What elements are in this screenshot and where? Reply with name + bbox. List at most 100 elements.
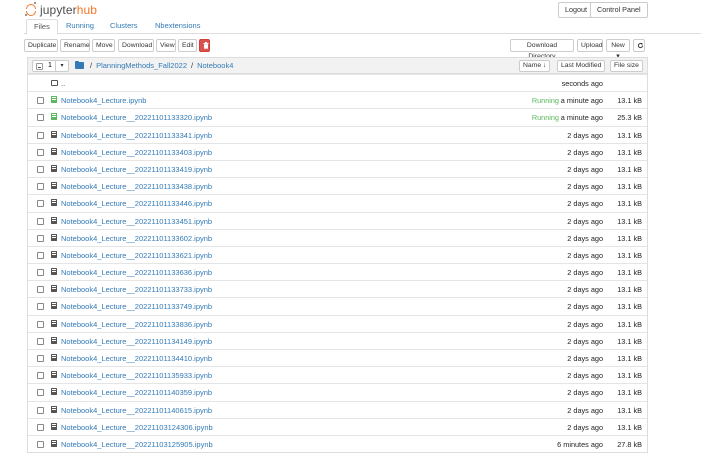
file-row[interactable]: Notebook4_Lecture__20221101133636.ipynb 2… [28, 263, 647, 281]
row-checkbox[interactable] [37, 251, 44, 259]
file-row[interactable]: Notebook4_Lecture__20221103125905.ipynb 6… [28, 434, 647, 453]
row-checkbox[interactable] [37, 389, 44, 397]
file-name-link[interactable]: Notebook4_Lecture__20221101133403.ipynb [61, 148, 212, 157]
row-checkbox[interactable] [37, 165, 44, 173]
breadcrumb-item[interactable]: PlanningMethods_Fall2022 [96, 61, 187, 70]
file-name-link[interactable]: Notebook4_Lecture__20221101134149.ipynb [61, 337, 212, 346]
file-row[interactable]: Notebook4_Lecture__20221101133451.ipynb 2… [28, 211, 647, 229]
file-name-link[interactable]: Notebook4_Lecture__20221101133836.ipynb [61, 320, 212, 329]
file-name-link[interactable]: Notebook4_Lecture__20221101133621.ipynb [61, 251, 212, 260]
edit-button[interactable]: Edit [178, 39, 197, 52]
file-row[interactable]: Notebook4_Lecture__20221103124306.ipynb 2… [28, 417, 647, 435]
row-checkbox[interactable] [37, 372, 44, 380]
file-row[interactable]: Notebook4_Lecture__20221101133320.ipynb R… [28, 108, 647, 126]
row-checkbox[interactable] [37, 131, 44, 139]
file-name-link[interactable]: Notebook4_Lecture__20221101133733.ipynb [61, 285, 212, 294]
row-checkbox[interactable] [37, 269, 44, 277]
file-row[interactable]: Notebook4_Lecture__20221101133749.ipynb 2… [28, 297, 647, 315]
file-name-link[interactable]: Notebook4_Lecture__20221101140359.ipynb [61, 388, 212, 397]
breadcrumb-item[interactable]: Notebook4 [197, 61, 233, 70]
file-size: 13.1 kB [617, 96, 642, 106]
file-name-link[interactable]: Notebook4_Lecture__20221101133341.ipynb [61, 131, 212, 140]
file-row[interactable]: Notebook4_Lecture__20221101133836.ipynb 2… [28, 314, 647, 332]
refresh-icon [637, 42, 644, 49]
move-button[interactable]: Move [92, 39, 115, 52]
row-checkbox[interactable] [37, 303, 44, 311]
row-checkbox[interactable] [37, 234, 44, 242]
row-checkbox[interactable] [37, 406, 44, 414]
last-modified: 2 days ago [567, 199, 603, 209]
view-button[interactable]: View [156, 39, 176, 52]
file-name-link[interactable]: Notebook4_Lecture__20221101133602.ipynb [61, 234, 212, 243]
file-size: 13.1 kB [617, 302, 642, 312]
file-row[interactable]: Notebook4_Lecture__20221101134149.ipynb 2… [28, 331, 647, 349]
row-checkbox[interactable] [37, 148, 44, 156]
file-name-link[interactable]: Notebook4_Lecture__20221101133438.ipynb [61, 182, 212, 191]
file-row[interactable]: Notebook4_Lecture__20221101133341.ipynb 2… [28, 125, 647, 143]
file-name-link[interactable]: Notebook4_Lecture__20221101134410.ipynb [61, 354, 212, 363]
row-checkbox[interactable] [37, 423, 44, 431]
file-row[interactable]: Notebook4_Lecture__20221101133446.ipynb 2… [28, 194, 647, 212]
row-checkbox[interactable] [37, 440, 44, 448]
logo-text: jupyterhub [40, 2, 98, 17]
last-modified: 2 days ago [567, 130, 603, 140]
select-all-checkbox[interactable] [36, 63, 43, 70]
file-row[interactable]: Notebook4_Lecture.ipynb Running a minute a… [28, 91, 647, 109]
file-name-link[interactable]: Notebook4_Lecture.ipynb [61, 96, 146, 105]
file-row[interactable]: Notebook4_Lecture__20221101133403.ipynb 2… [28, 142, 647, 160]
sort-by-name-button[interactable]: Name ↓ [519, 60, 551, 72]
file-row[interactable]: Notebook4_Lecture__20221101134410.ipynb 2… [28, 349, 647, 367]
row-checkbox[interactable] [37, 114, 44, 122]
file-name-link[interactable]: Notebook4_Lecture__20221101133749.ipynb [61, 302, 212, 311]
selection-dropdown[interactable]: ▾ [55, 60, 69, 72]
file-row[interactable]: Notebook4_Lecture__20221101133733.ipynb 2… [28, 280, 647, 298]
file-name-link[interactable]: Notebook4_Lecture__20221101133419.ipynb [61, 165, 212, 174]
row-checkbox[interactable] [37, 286, 44, 294]
notebook-icon [51, 319, 57, 327]
file-row[interactable]: Notebook4_Lecture__20221101133419.ipynb 2… [28, 159, 647, 178]
file-row[interactable]: Notebook4_Lecture__20221101133621.ipynb 2… [28, 245, 647, 264]
refresh-button[interactable] [633, 39, 645, 52]
last-modified: 2 days ago [567, 388, 603, 398]
file-row[interactable]: Notebook4_Lecture__20221101140615.ipynb 2… [28, 400, 647, 418]
file-name-link[interactable]: Notebook4_Lecture__20221101140615.ipynb [61, 406, 212, 415]
logout-button[interactable]: Logout [558, 2, 594, 18]
rename-button[interactable]: Rename [60, 39, 90, 52]
row-checkbox[interactable] [37, 200, 44, 208]
new-dropdown-button[interactable]: New ▾ [606, 39, 630, 60]
jupyterhub-logo[interactable]: jupyterhub [25, 1, 97, 18]
file-name-link[interactable]: Notebook4_Lecture__20221101133320.ipynb [61, 113, 212, 122]
row-checkbox[interactable] [37, 217, 44, 225]
file-name-link[interactable]: Notebook4_Lecture__20221101133446.ipynb [61, 199, 212, 208]
tab-nbextensions[interactable]: Nbextensions [148, 19, 207, 34]
download-directory-button[interactable]: Download Directory [510, 39, 574, 60]
file-size: 25.3 kB [617, 113, 642, 123]
file-row[interactable]: Notebook4_Lecture__20221101133602.ipynb 2… [28, 228, 647, 246]
file-name-link[interactable]: Notebook4_Lecture__20221103124306.ipynb [61, 423, 213, 432]
upload-button[interactable]: Upload [577, 39, 603, 52]
row-checkbox[interactable] [37, 320, 44, 328]
file-name-link[interactable]: Notebook4_Lecture__20221101135933.ipynb [61, 371, 212, 380]
tab-clusters[interactable]: Clusters [103, 19, 145, 34]
control-panel-button[interactable]: Control Panel [590, 2, 648, 18]
file-name-link[interactable]: Notebook4_Lecture__20221101133451.ipynb [61, 217, 212, 226]
sort-by-file-size-button[interactable]: File size [610, 60, 643, 72]
file-name-link[interactable]: Notebook4_Lecture__20221101133636.ipynb [61, 268, 212, 277]
folder-home-icon[interactable] [75, 60, 84, 69]
tab-running[interactable]: Running [59, 19, 101, 34]
row-checkbox[interactable] [37, 337, 44, 345]
delete-button[interactable] [199, 39, 210, 52]
file-name-link[interactable]: .. [61, 79, 65, 88]
duplicate-button[interactable]: Duplicate [24, 39, 58, 52]
file-row[interactable]: Notebook4_Lecture__20221101140359.ipynb 2… [28, 383, 647, 401]
tab-files[interactable]: Files [26, 19, 58, 35]
file-row[interactable]: Notebook4_Lecture__20221101133438.ipynb 2… [28, 177, 647, 195]
sort-by-last-modified-button[interactable]: Last Modified [557, 60, 606, 72]
file-row[interactable]: Notebook4_Lecture__20221101135933.ipynb 2… [28, 366, 647, 384]
row-checkbox[interactable] [37, 97, 44, 105]
row-checkbox[interactable] [37, 355, 44, 362]
file-name-link[interactable]: Notebook4_Lecture__20221103125905.ipynb [61, 440, 213, 449]
row-checkbox[interactable] [37, 183, 44, 191]
download-button[interactable]: Download [118, 39, 154, 52]
parent-directory-row[interactable]: .. seconds ago [28, 74, 647, 92]
